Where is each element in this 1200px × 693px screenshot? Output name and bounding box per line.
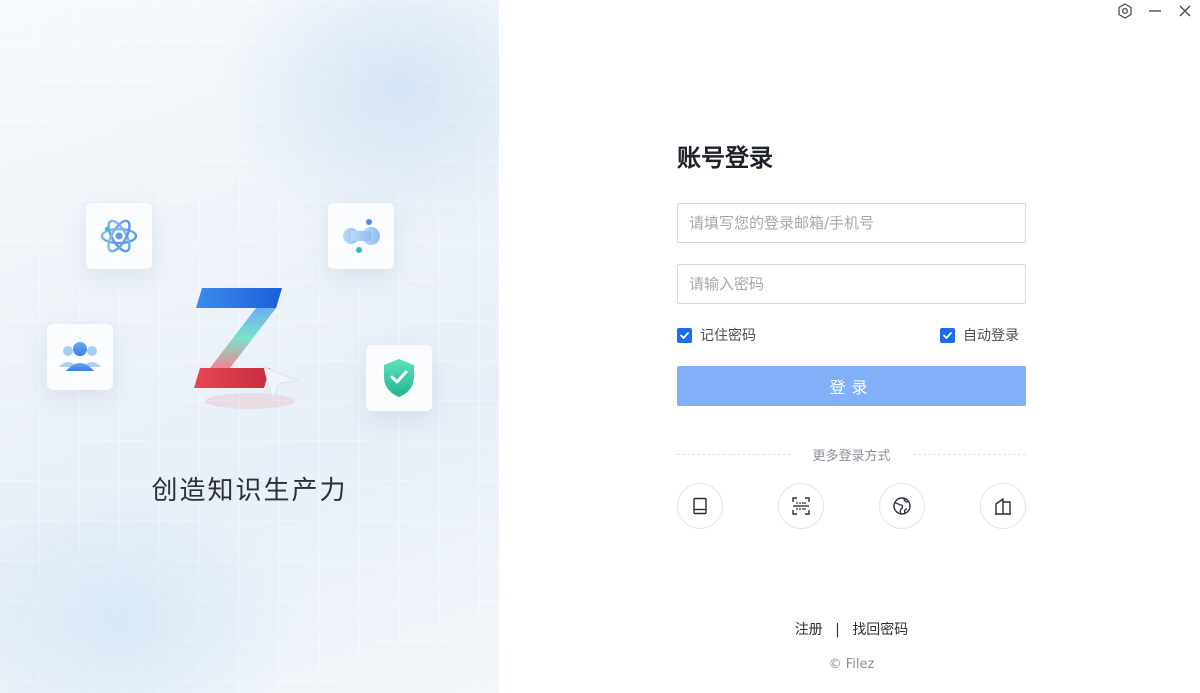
password-input[interactable] [677, 264, 1026, 304]
auto-login-label: 自动登录 [963, 328, 1019, 344]
remember-password-checkbox[interactable]: 记住密码 [677, 325, 756, 345]
register-link[interactable]: 注册 [795, 622, 823, 638]
window-controls [1114, 2, 1196, 20]
more-methods-label: 更多登录方式 [812, 448, 891, 464]
molecule-tile [328, 203, 394, 269]
settings-button[interactable] [1114, 2, 1136, 20]
more-methods-divider: 更多登录方式 [677, 444, 1027, 464]
auto-login-checkbox[interactable]: 自动登录 [940, 325, 1019, 345]
people-tile [47, 324, 113, 390]
molecule-icon [343, 219, 380, 253]
sso-login-button[interactable] [879, 483, 925, 529]
checkbox-checked-icon [940, 327, 955, 343]
building-icon [995, 498, 1011, 515]
login-window: 创造知识生产力 账号登录 请填写您的登录邮箱/手机号 记住密码 自动登录 登录 … [0, 0, 1200, 693]
promo-panel: 创造知识生产力 [0, 0, 499, 693]
atom-icon [100, 219, 138, 253]
tablet-icon [693, 497, 707, 515]
globe-icon [893, 497, 911, 515]
divider-line [912, 453, 1027, 455]
copyright: © Filez [828, 657, 875, 672]
enterprise-login-button[interactable] [980, 483, 1026, 529]
filez-z-logo [194, 288, 299, 409]
scan-qr-icon [792, 497, 810, 515]
close-button[interactable] [1174, 2, 1196, 20]
shield-tile [366, 345, 432, 411]
login-title: 账号登录 [677, 144, 773, 172]
shield-check-icon [384, 359, 414, 397]
alt-login-methods [677, 483, 1026, 529]
remember-password-label: 记住密码 [700, 328, 756, 344]
account-input[interactable] [677, 203, 1026, 243]
link-separator: | [835, 622, 840, 638]
close-icon [1179, 5, 1191, 17]
atom-tile [86, 203, 152, 269]
settings-hexagon-icon [1118, 3, 1132, 19]
forgot-password-link[interactable]: 找回密码 [852, 622, 908, 638]
qr-scan-login-button[interactable] [778, 483, 824, 529]
checkbox-checked-icon [677, 327, 692, 343]
divider-line [677, 453, 791, 455]
device-login-button[interactable] [677, 483, 723, 529]
login-button[interactable]: 登录 [677, 366, 1026, 406]
minimize-icon [1149, 10, 1161, 12]
slogan: 创造知识生产力 [151, 476, 348, 506]
people-icon [59, 342, 101, 371]
footer-links: 注册 | 找回密码 [677, 619, 1026, 639]
minimize-button[interactable] [1144, 2, 1166, 20]
